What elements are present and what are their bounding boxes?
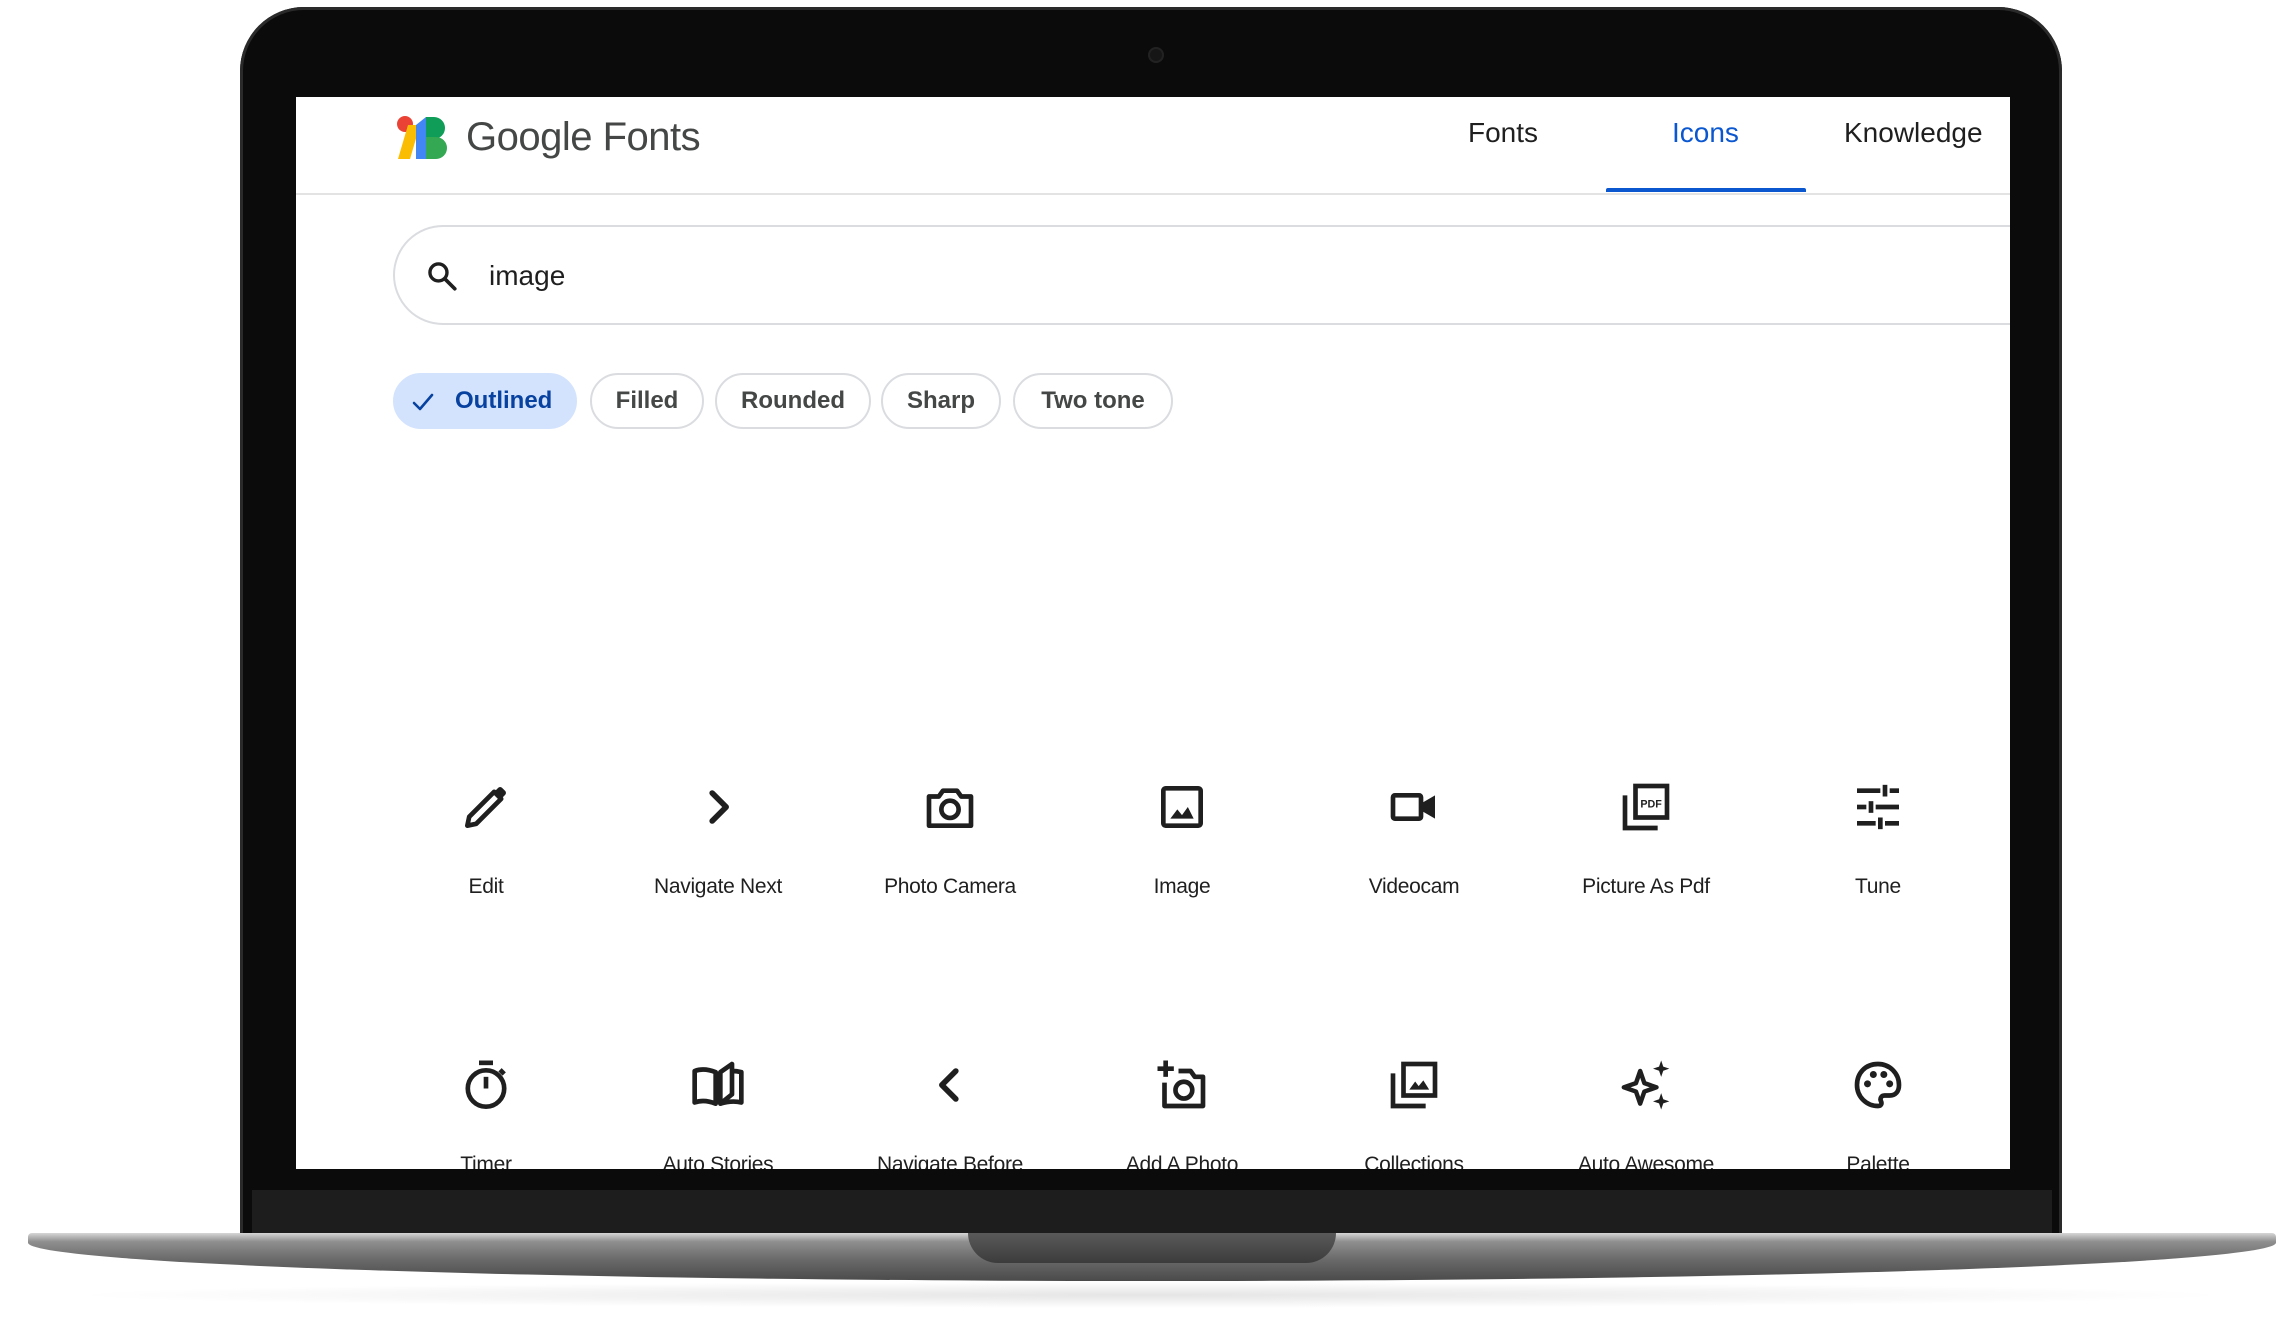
chip-label: Filled — [615, 387, 679, 414]
laptop-shadow — [60, 1282, 2240, 1308]
google-fonts-logo-icon[interactable] — [396, 115, 448, 161]
icon-label: Collections — [1364, 1153, 1464, 1169]
nav-icons[interactable]: Icons — [1672, 117, 1739, 149]
icon-card-navigate-before[interactable]: Navigate Before — [850, 1057, 1050, 1169]
chip-label: Two tone — [1041, 387, 1145, 414]
auto-stories-icon — [692, 1061, 744, 1106]
icon-label: Image — [1153, 875, 1211, 898]
icon-label: Navigate Before — [876, 1153, 1024, 1169]
chip-outlined[interactable]: Outlined — [393, 373, 577, 429]
icon-card-photo-camera[interactable]: Photo Camera — [850, 779, 1050, 969]
chip-label: Outlined — [455, 387, 553, 414]
tune-icon — [1857, 784, 1899, 830]
icon-label: Auto Stories — [662, 1153, 774, 1169]
icon-results-grid: Edit Navigate Next Photo Camera Image Vi… — [296, 657, 2010, 1169]
icon-label: Timer — [460, 1153, 512, 1169]
chip-two-tone[interactable]: Two tone — [1013, 373, 1173, 429]
icon-label: Picture As Pdf — [1582, 875, 1710, 898]
chip-label: Rounded — [741, 387, 845, 414]
collections-icon — [1390, 1061, 1438, 1109]
chip-rounded[interactable]: Rounded — [715, 373, 871, 429]
photo-camera-icon — [926, 788, 974, 828]
icon-card-auto-stories[interactable]: Auto Stories — [618, 1057, 818, 1169]
brand-name[interactable]: Google Fonts — [466, 115, 701, 160]
icon-label: Auto Awesome — [1577, 1153, 1715, 1169]
icon-card-videocam[interactable]: Videocam — [1314, 779, 1514, 969]
icon-card-edit[interactable]: Edit — [386, 779, 586, 969]
videocam-icon — [1390, 793, 1435, 821]
chip-sharp[interactable]: Sharp — [881, 373, 1001, 429]
nav-fonts[interactable]: Fonts — [1468, 117, 1538, 149]
icon-card-tune[interactable]: Tune — [1778, 779, 1978, 969]
browser-screen: Google Fonts Fonts Icons Knowledge Outli… — [296, 97, 2010, 1169]
icon-card-add-a-photo[interactable]: Add A Photo — [1082, 1057, 1282, 1169]
icon-card-auto-awesome[interactable]: Auto Awesome — [1546, 1057, 1746, 1169]
nav-knowledge[interactable]: Knowledge — [1844, 117, 1983, 149]
laptop-hinge-notch — [968, 1233, 1336, 1263]
webcam — [1148, 47, 1164, 63]
chip-label: Sharp — [906, 387, 975, 414]
palette-icon — [1854, 1061, 1902, 1109]
picture-as-pdf-icon: PDF — [1622, 783, 1670, 831]
check-icon — [412, 393, 434, 411]
search-icon — [428, 262, 457, 291]
icon-card-image[interactable]: Image — [1082, 779, 1282, 969]
active-tab-indicator — [1606, 188, 1806, 192]
icon-card-timer[interactable]: Timer — [386, 1057, 586, 1169]
chip-filled[interactable]: Filled — [590, 373, 704, 429]
site-header: Google Fonts Fonts Icons Knowledge — [296, 97, 2010, 195]
svg-text:PDF: PDF — [1640, 798, 1662, 810]
navigate-before-icon — [939, 1068, 959, 1102]
navigate-next-icon — [709, 790, 729, 824]
image-icon — [1161, 786, 1203, 828]
icon-label: Add A Photo — [1125, 1153, 1239, 1169]
auto-awesome-icon — [1621, 1060, 1670, 1110]
search-input[interactable] — [487, 253, 1091, 299]
icon-card-palette[interactable]: Palette — [1778, 1057, 1978, 1169]
icon-label: Tune — [1855, 875, 1901, 898]
icon-card-collections[interactable]: Collections — [1314, 1057, 1514, 1169]
icon-label: Photo Camera — [884, 875, 1016, 898]
icon-label: Navigate Next — [654, 875, 782, 898]
icon-card-navigate-next[interactable]: Navigate Next — [618, 779, 818, 969]
icon-label: Edit — [468, 875, 504, 898]
edit-icon — [465, 787, 506, 828]
search-bar[interactable] — [393, 225, 2010, 325]
timer-icon — [465, 1060, 507, 1110]
icon-label: Palette — [1846, 1153, 1910, 1169]
icon-card-picture-as-pdf[interactable]: PDF Picture As Pdf — [1546, 779, 1746, 969]
icon-label: Videocam — [1368, 875, 1460, 898]
add-a-photo-icon — [1157, 1060, 1206, 1109]
